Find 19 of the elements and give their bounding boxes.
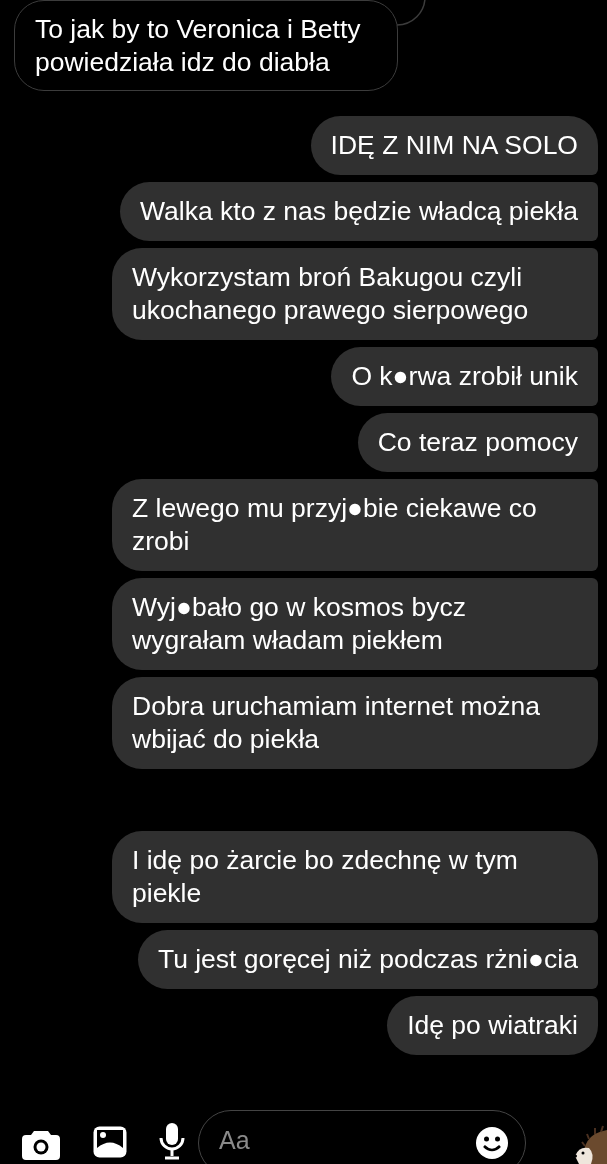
- message-bubble: To jak by to Veronica i Betty powiedziała idz do diabła: [14, 0, 398, 91]
- message-bubble: Dobra uruchamiam internet można wbijać do piekła: [112, 677, 598, 769]
- message-bubble: Walka kto z nas będzie władcą piekła: [120, 182, 598, 241]
- emoji-icon[interactable]: [475, 1126, 509, 1160]
- message-bubble: Co teraz pomocy: [357, 413, 598, 472]
- message-bubble: I idę po żarcie bo zdechnę w tym piekle: [112, 831, 598, 923]
- camera-icon[interactable]: [22, 1128, 60, 1160]
- placeholder-text: Aa: [219, 1126, 251, 1155]
- message-bubble: IDĘ Z NIM NA SOLO: [310, 116, 598, 175]
- message-bubble: Tu jest goręcej niż podczas rżni●cia: [137, 930, 598, 989]
- bubble-outline: [396, 0, 427, 27]
- message-bubble: Wyj●bało go w kosmos bycz wygrałam władam piekłem: [112, 578, 598, 670]
- microphone-icon[interactable]: [158, 1122, 186, 1160]
- message-bubble: Wykorzystam broń Bakugou czyli ukochanego prawego sierpowego: [112, 248, 598, 340]
- image-icon[interactable]: [92, 1125, 128, 1159]
- message-bubble: Idę po wiatraki: [387, 996, 598, 1055]
- message-bubble: Z lewego mu przyj●bie ciekawe co zrobi: [112, 479, 598, 571]
- hedgehog-icon[interactable]: [573, 1124, 607, 1164]
- message-bubble: O k●rwa zrobił unik: [331, 347, 598, 406]
